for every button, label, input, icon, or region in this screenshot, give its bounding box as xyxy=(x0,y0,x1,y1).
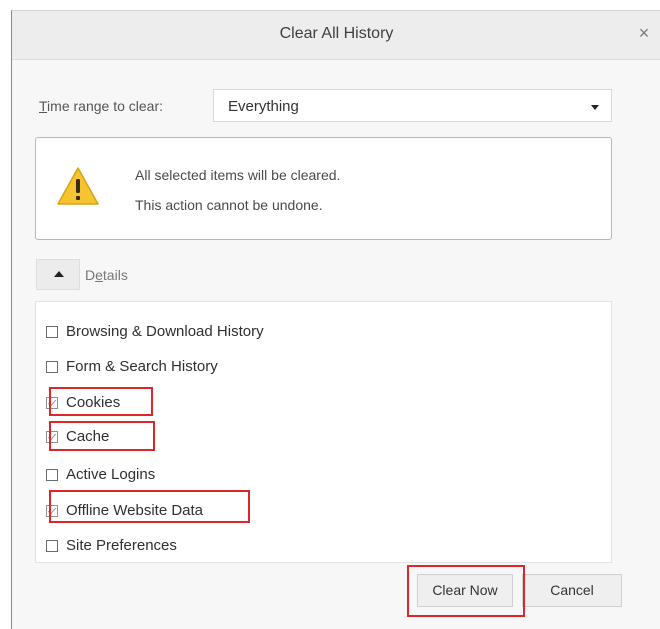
time-range-label: Time range to clear: xyxy=(39,98,163,114)
warning-line-2: This action cannot be undone. xyxy=(135,197,323,213)
checkbox[interactable] xyxy=(46,469,58,481)
time-range-label-text: ime range to clear: xyxy=(47,98,163,114)
item-label: Site Preferences xyxy=(66,537,177,554)
highlight-cookies xyxy=(49,387,153,416)
warning-box: All selected items will be cleared. This… xyxy=(35,137,612,240)
item-label: Form & Search History xyxy=(66,358,218,375)
checkbox[interactable] xyxy=(46,540,58,552)
dialog-title: Clear All History xyxy=(279,25,394,42)
details-label[interactable]: Details xyxy=(85,267,128,283)
checkbox[interactable] xyxy=(46,326,58,338)
item-label: Active Logins xyxy=(66,466,156,483)
details-label-start: D xyxy=(85,267,96,283)
details-toggle-button[interactable] xyxy=(36,259,80,290)
details-label-accel: e xyxy=(95,267,103,283)
warning-line-1: All selected items will be cleared. xyxy=(135,167,341,183)
time-range-label-accel: T xyxy=(39,98,48,114)
details-label-rest: tails xyxy=(102,267,128,283)
title-bar: Clear All History × xyxy=(12,11,660,60)
time-range-value: Everything xyxy=(228,98,299,115)
dropdown-arrow-icon xyxy=(591,105,599,110)
chevron-up-icon xyxy=(54,271,64,277)
highlight-offline-website-data xyxy=(49,490,250,523)
time-range-select[interactable]: Everything xyxy=(213,89,612,122)
item-label: Browsing & Download History xyxy=(66,323,264,340)
close-icon[interactable]: × xyxy=(633,22,655,44)
highlight-cache xyxy=(49,421,155,451)
checkbox[interactable] xyxy=(46,361,58,373)
highlight-clear-now xyxy=(407,565,525,617)
cancel-button[interactable]: Cancel xyxy=(522,574,622,607)
warning-triangle-icon xyxy=(57,167,99,205)
